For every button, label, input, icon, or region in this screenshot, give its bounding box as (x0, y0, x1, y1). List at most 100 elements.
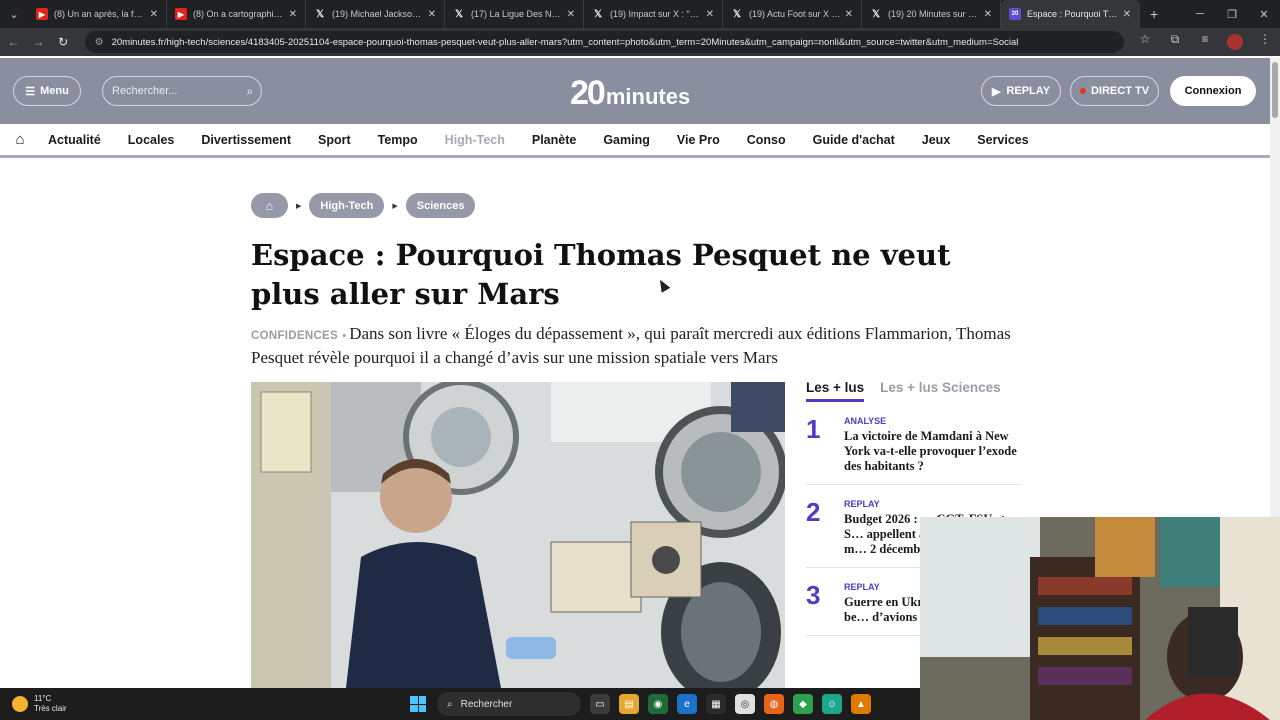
chrome-icon[interactable]: ◎ (735, 694, 755, 714)
tab-most-read-sciences[interactable]: Les + lus Sciences (880, 380, 1000, 402)
nav-item-locales[interactable]: Locales (128, 133, 175, 147)
nav-item-gaming[interactable]: Gaming (603, 133, 650, 147)
close-tab-icon[interactable]: ✕ (706, 9, 714, 20)
tab-search-chevron-icon[interactable]: ⌄ (0, 0, 28, 28)
nav-item-divertissement[interactable]: Divertissement (201, 133, 291, 147)
close-tab-icon[interactable]: ✕ (984, 9, 992, 20)
firefox-icon[interactable]: ◍ (764, 694, 784, 714)
rank-title[interactable]: La victoire de Mamdani à New York va-t-e… (844, 429, 1020, 474)
article-lead-text: Dans son livre « Éloges du dépassement »… (251, 324, 1011, 367)
home-icon[interactable]: ⌂ (0, 131, 40, 148)
webcam-illustration (920, 517, 1280, 720)
live-dot-icon (1079, 88, 1086, 94)
xbox-icon[interactable]: ◉ (648, 694, 668, 714)
close-tab-icon[interactable]: ✕ (428, 9, 436, 20)
logo-number: 20 (570, 74, 606, 112)
tab-title: (19) Actu Foot sur X : "ST (749, 9, 841, 19)
tab-title: (8) On a cartographié les (193, 9, 285, 19)
browser-tab[interactable]: ▶ (8) On a cartographié les ✕ (167, 0, 306, 28)
nav-item-jeux[interactable]: Jeux (922, 133, 951, 147)
restore-icon[interactable]: ❐ (1216, 0, 1248, 28)
list-item[interactable]: 1 ANALYSE La victoire de Mamdani à New Y… (806, 402, 1020, 485)
article-lead: CONFIDENCES • Dans son livre « Éloges du… (251, 323, 1041, 368)
reading-list-icon[interactable]: ≡ (1190, 32, 1220, 53)
direct-tv-button[interactable]: DIRECT TV (1070, 76, 1159, 106)
search-input[interactable]: Rechercher... ⌕ (102, 76, 262, 106)
menu-button[interactable]: ☰ Menu (13, 76, 81, 106)
article-photo[interactable] (251, 382, 785, 688)
tab-most-read[interactable]: Les + lus (806, 380, 865, 402)
tab-title: Espace : Pourquoi Thoma (1027, 9, 1119, 19)
address-bar-row: ← → ↻ ⚙ 20minutes.fr/high-tech/sciences/… (0, 28, 1280, 56)
browser-tab[interactable]: 𝕏 (19) Michael Jackson sur X ✕ (306, 0, 445, 28)
close-tab-icon[interactable]: ✕ (567, 9, 575, 20)
more-menu-icon[interactable]: ⋮ (1250, 32, 1280, 53)
youtube-icon: ▶ (175, 8, 187, 20)
close-tab-icon[interactable]: ✕ (845, 9, 853, 20)
windows-taskbar: 11°C Très clair ⌕ Rechercher ▭ ▤ ◉ e ▦ ◎… (0, 688, 920, 720)
nav-item-sport[interactable]: Sport (318, 133, 351, 147)
close-tab-icon[interactable]: ✕ (150, 9, 158, 20)
back-icon[interactable]: ← (2, 30, 25, 54)
forward-icon[interactable]: → (27, 30, 50, 54)
store-icon[interactable]: ▦ (706, 694, 726, 714)
x-icon: 𝕏 (871, 8, 881, 20)
article-photo-illustration (251, 382, 785, 688)
extensions-icon[interactable]: ⧉ (1160, 32, 1190, 53)
nav-item-planete[interactable]: Planète (532, 133, 576, 147)
file-explorer-icon[interactable]: ▤ (619, 694, 639, 714)
tab-title: (17) La Ligue Des Nakama (471, 9, 563, 19)
breadcrumb-sciences[interactable]: Sciences (405, 193, 476, 218)
vlc-icon[interactable]: ▲ (851, 694, 871, 714)
nav-item-services[interactable]: Services (977, 133, 1028, 147)
nav-item-guide-achat[interactable]: Guide d'achat (813, 133, 895, 147)
nav-item-vie-pro[interactable]: Vie Pro (677, 133, 720, 147)
browser-tab[interactable]: 𝕏 (19) 20 Minutes sur X : " ✕ (862, 0, 1001, 28)
breadcrumb-high-tech[interactable]: High-Tech (309, 193, 385, 218)
site-logo[interactable]: 20 minutes (570, 70, 690, 110)
x-icon: 𝕏 (732, 8, 742, 20)
browser-tab[interactable]: 𝕏 (19) Actu Foot sur X : "ST ✕ (723, 0, 862, 28)
weather-condition: Très clair (34, 704, 67, 713)
browser-tab[interactable]: ▶ (8) Un an après, la folle hi ✕ (28, 0, 167, 28)
nav-item-conso[interactable]: Conso (747, 133, 786, 147)
weather-widget[interactable]: 11°C Très clair (12, 694, 67, 714)
discord-icon[interactable]: ☺ (822, 694, 842, 714)
tab-title: (19) Impact sur X : "🇫🇷🔍 (610, 8, 702, 19)
new-tab-button[interactable]: + (1140, 6, 1168, 22)
profile-avatar[interactable] (1220, 32, 1250, 53)
task-view-icon[interactable]: ▭ (590, 694, 610, 714)
page-scrollbar-thumb[interactable] (1272, 62, 1278, 118)
20minutes-icon: 20 (1009, 8, 1021, 20)
site-header: ☰ Menu Rechercher... ⌕ 20 minutes ▶ REPLAY… (0, 58, 1270, 124)
tab-title: (19) 20 Minutes sur X : " (888, 9, 980, 19)
search-icon[interactable]: ⌕ (239, 84, 261, 99)
browser-tab[interactable]: 𝕏 (17) La Ligue Des Nakama ✕ (445, 0, 584, 28)
replay-label: REPLAY (1006, 85, 1051, 97)
breadcrumb-home-icon[interactable]: ⌂ (251, 193, 288, 218)
search-icon: ⌕ (447, 698, 453, 710)
replay-button[interactable]: ▶ REPLAY (981, 76, 1061, 106)
article-tag[interactable]: CONFIDENCES (251, 330, 338, 342)
tab-title: (19) Michael Jackson sur X (332, 9, 424, 19)
close-tab-icon[interactable]: ✕ (289, 9, 297, 20)
app-icon[interactable]: ◆ (793, 694, 813, 714)
nav-item-actualite[interactable]: Actualité (48, 133, 101, 147)
browser-tab-active[interactable]: 20 Espace : Pourquoi Thoma ✕ (1001, 0, 1140, 28)
windows-start-icon[interactable] (410, 696, 426, 712)
close-window-icon[interactable]: ✕ (1248, 0, 1280, 28)
reload-icon[interactable]: ↻ (52, 30, 75, 54)
browser-tab[interactable]: 𝕏 (19) Impact sur X : "🇫🇷🔍 ✕ (584, 0, 723, 28)
url-field[interactable]: ⚙ 20minutes.fr/high-tech/sciences/418340… (84, 31, 1124, 53)
taskbar-search[interactable]: ⌕ Rechercher (437, 692, 581, 716)
site-info-icon[interactable]: ⚙ (95, 37, 104, 48)
close-tab-icon[interactable]: ✕ (1123, 9, 1131, 20)
nav-item-high-tech[interactable]: High-Tech (445, 133, 505, 147)
login-button[interactable]: Connexion (1170, 76, 1256, 106)
bookmark-star-icon[interactable]: ☆ (1130, 32, 1160, 53)
nav-item-tempo[interactable]: Tempo (378, 133, 418, 147)
edge-icon[interactable]: e (677, 694, 697, 714)
minimize-icon[interactable]: ─ (1184, 0, 1216, 28)
hamburger-icon: ☰ (25, 85, 36, 98)
temperature: 11°C (34, 694, 52, 703)
